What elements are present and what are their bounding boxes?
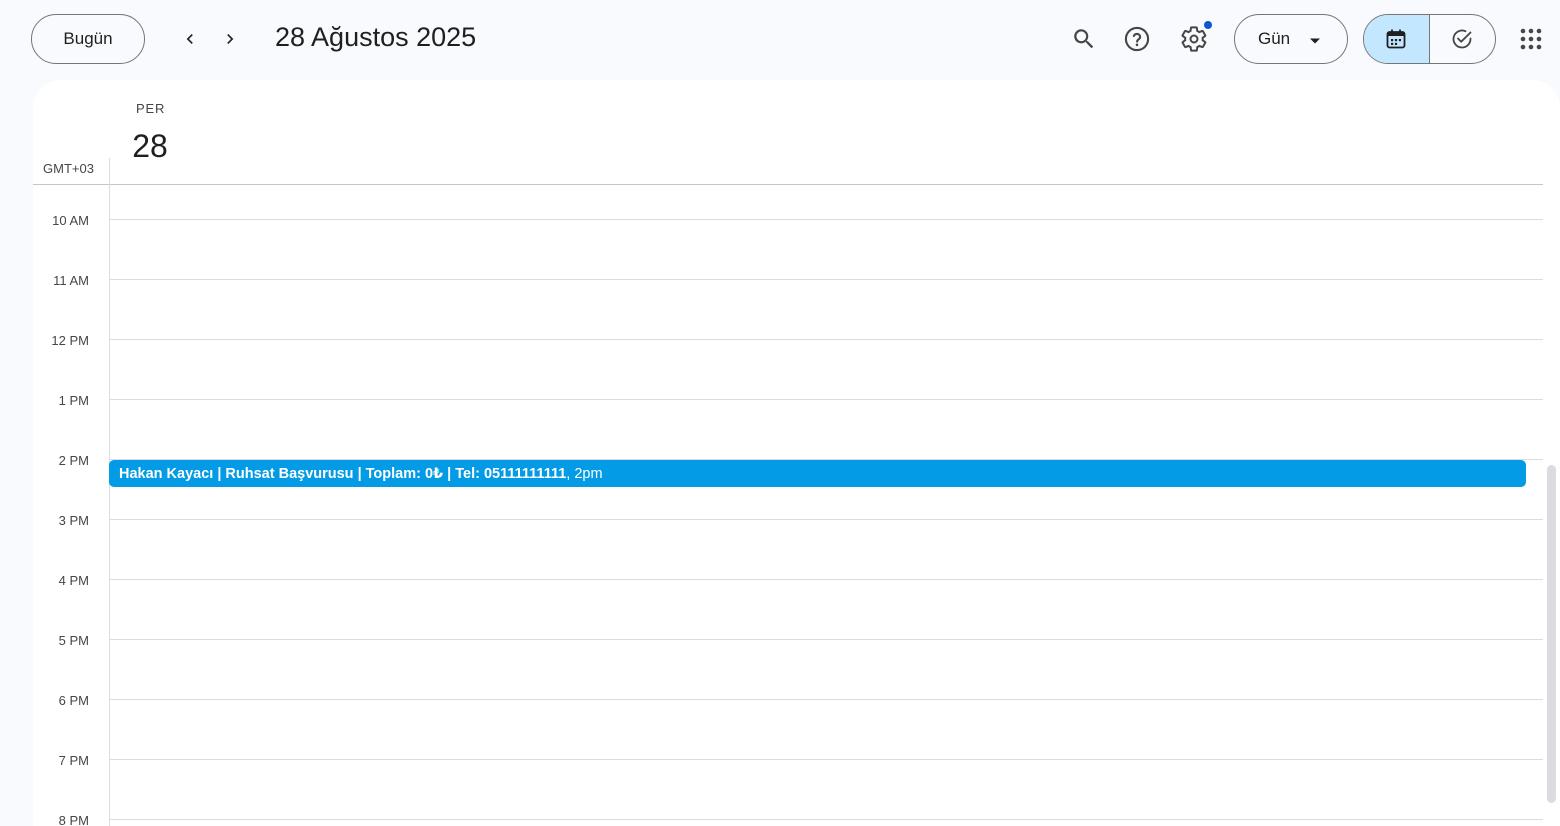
calendar-mode-button[interactable] [1364,15,1430,63]
calendar-event[interactable]: Hakan Kayacı | Ruhsat Başvurusu | Toplam… [109,460,1526,487]
hour-line [110,699,1543,700]
task-check-icon [1452,29,1472,49]
tasks-mode-button[interactable] [1430,15,1496,63]
header-divider [33,184,1543,185]
help-icon [1124,26,1150,52]
hour-label: 5 PM [58,633,89,648]
mode-toggle [1363,14,1496,64]
apps-button[interactable] [1511,19,1551,59]
hour-line [110,519,1543,520]
hour-label: 3 PM [58,513,89,528]
calendar-panel: PER 28 GMT+03 10 AM 11 AM 12 PM 1 PM 2 PM 3 P… [33,80,1560,826]
hour-label: 1 PM [58,393,89,408]
apps-grid-icon [1520,28,1542,50]
view-selector-label: Gün [1258,29,1291,48]
event-title: Hakan Kayacı | Ruhsat Başvurusu | Toplam… [119,465,567,482]
current-date-title: 28 Ağustos 2025 [275,22,477,52]
hour-line [110,759,1543,760]
hour-line [110,819,1543,820]
hour-label: 6 PM [58,693,89,708]
view-selector[interactable]: Gün [1234,14,1348,64]
help-button[interactable] [1117,19,1157,59]
hour-line [110,339,1543,340]
gear-icon [1181,26,1207,52]
hour-line [110,279,1543,280]
hour-label: 11 AM [53,273,89,288]
hour-label: 8 PM [58,813,89,826]
today-button[interactable]: Bugün [31,14,145,64]
hour-label: 10 AM [52,213,89,228]
timezone-label: GMT+03 [43,161,94,176]
day-number[interactable]: 28 [129,128,171,165]
previous-day-button[interactable] [170,19,210,59]
hour-label: 12 PM [51,333,89,348]
hour-line [110,219,1543,220]
chevron-left-icon [186,34,193,44]
chevron-right-icon [227,34,234,44]
scrollbar-thumb[interactable] [1547,465,1556,803]
search-icon [1074,29,1094,49]
event-time: , 2pm [566,465,603,482]
hour-label: 4 PM [58,573,89,588]
hour-line [110,639,1543,640]
hour-line [110,399,1543,400]
next-day-button[interactable] [210,19,250,59]
search-button[interactable] [1064,19,1104,59]
calendar-icon [1386,29,1406,49]
notification-dot [1204,21,1212,29]
caret-down-icon [1310,38,1320,44]
hour-label: 7 PM [58,753,89,768]
weekday-label: PER [136,101,166,116]
hour-line [110,579,1543,580]
top-bar: Bugün 28 Ağustos 2025 Gün [0,0,1560,80]
hour-label: 2 PM [58,453,89,468]
time-column-divider [109,158,110,826]
